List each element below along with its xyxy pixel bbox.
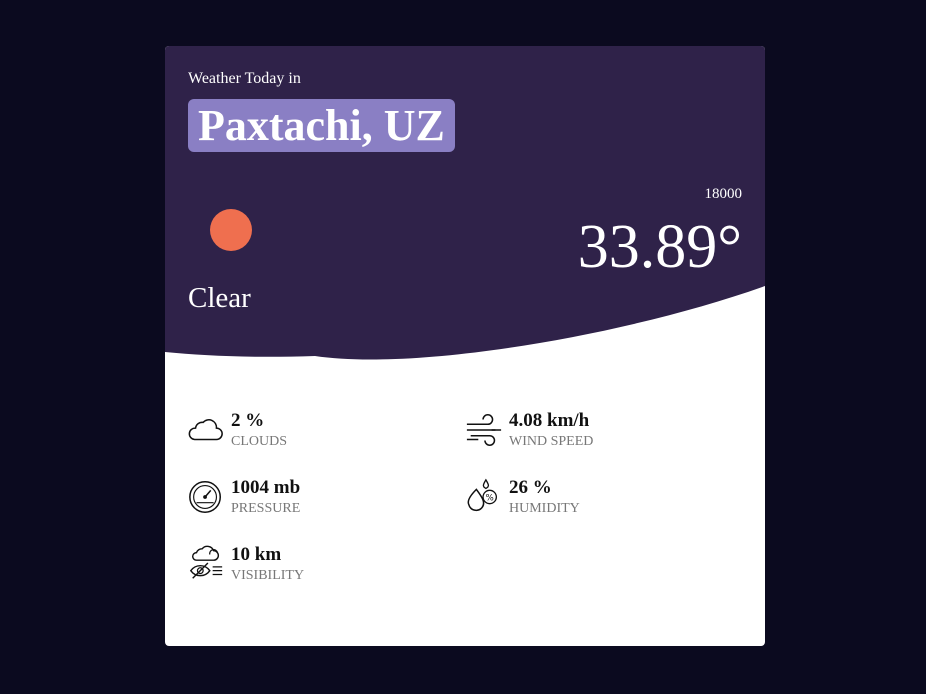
visibility-label: Visibility [231,568,305,583]
humidity-label: Humidity [509,501,580,516]
pressure-label: Pressure [231,501,301,516]
visibility-value: 10 km [231,544,282,565]
wind-speed-label: Wind Speed [509,434,594,449]
weather-condition: Clear [188,282,251,314]
cloud-icon [188,419,223,441]
humidity-value: 26 % [509,477,552,498]
header-label: Weather Today in [188,70,301,87]
sun-icon [210,209,252,251]
wind-icon [466,414,502,446]
clouds-value: 2 % [231,410,265,431]
visibility-icon [189,545,223,579]
pressure-value: 1004 mb [231,477,301,498]
weather-card: Weather Today in Paxtachi, UZ Clear 1800… [165,46,765,646]
city-name: Paxtachi, UZ [188,99,455,152]
temperature: 33.89° [577,213,742,281]
secondary-value: 18000 [704,186,743,202]
gauge-icon [189,481,222,513]
svg-text:%: % [486,493,494,503]
humidity-icon: % [467,478,498,512]
wind-speed-value: 4.08 km/h [509,410,590,431]
clouds-label: Clouds [231,434,288,449]
